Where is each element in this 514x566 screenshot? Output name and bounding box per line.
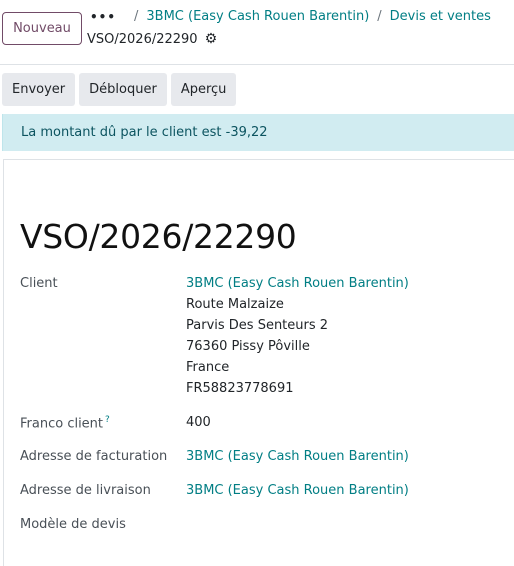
new-button[interactable]: Nouveau bbox=[2, 12, 82, 45]
delivery-address-label: Adresse de livraison bbox=[20, 483, 151, 498]
client-address-line: 76360 Pissy Pôville bbox=[186, 339, 310, 354]
billing-address-label: Adresse de facturation bbox=[20, 449, 168, 464]
document-title: VSO/2026/22290 bbox=[20, 217, 297, 256]
unlock-button[interactable]: Débloquer bbox=[79, 73, 167, 106]
amount-due-alert: La montant dû par le client est -39,22 bbox=[2, 114, 514, 151]
billing-address-link[interactable]: 3BMC (Easy Cash Rouen Barentin) bbox=[186, 449, 409, 464]
quote-template-label: Modèle de devis bbox=[20, 517, 126, 532]
client-label: Client bbox=[20, 276, 58, 291]
gear-icon[interactable]: ⚙ bbox=[205, 31, 218, 47]
action-buttons: Envoyer Débloquer Aperçu bbox=[2, 73, 237, 106]
record-name: VSO/2026/22290 ⚙ bbox=[87, 31, 217, 47]
send-button[interactable]: Envoyer bbox=[2, 73, 76, 106]
client-vat-number: FR58823778691 bbox=[186, 381, 294, 396]
control-panel: Nouveau ••• / 3BMC (Easy Cash Rouen Bare… bbox=[0, 0, 514, 65]
breadcrumb: ••• / 3BMC (Easy Cash Rouen Barentin) / … bbox=[90, 9, 491, 24]
franco-value[interactable]: 400 bbox=[186, 415, 211, 430]
form-sheet: VSO/2026/22290 Client 3BMC (Easy Cash Ro… bbox=[3, 159, 514, 566]
franco-label: Franco client? bbox=[20, 415, 110, 432]
client-address-line: Route Malzaize bbox=[186, 297, 284, 312]
client-address-line: France bbox=[186, 360, 230, 375]
help-tooltip-icon[interactable]: ? bbox=[105, 415, 110, 425]
breadcrumb-quotations[interactable]: Devis et ventes bbox=[390, 9, 491, 24]
record-title: VSO/2026/22290 bbox=[87, 31, 198, 47]
preview-button[interactable]: Aperçu bbox=[170, 73, 237, 106]
client-link[interactable]: 3BMC (Easy Cash Rouen Barentin) bbox=[186, 276, 409, 291]
client-address-line: Parvis Des Senteurs 2 bbox=[186, 318, 329, 333]
more-breadcrumbs-button[interactable]: ••• bbox=[90, 10, 116, 24]
delivery-address-link[interactable]: 3BMC (Easy Cash Rouen Barentin) bbox=[186, 483, 409, 498]
breadcrumb-partner[interactable]: 3BMC (Easy Cash Rouen Barentin) bbox=[146, 9, 369, 24]
